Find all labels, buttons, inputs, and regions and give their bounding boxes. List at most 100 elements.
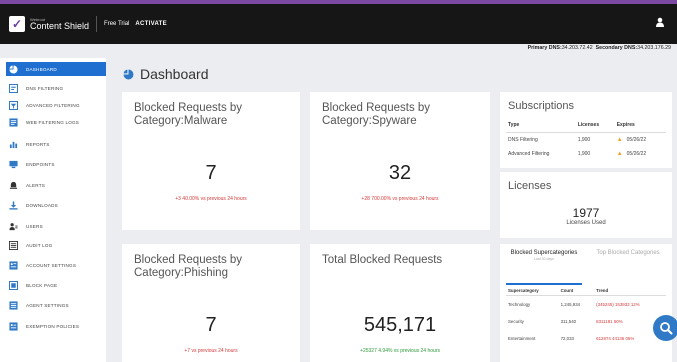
search-fab-button[interactable] bbox=[653, 315, 677, 341]
reports-icon bbox=[8, 139, 18, 149]
agent-settings-icon bbox=[8, 300, 18, 310]
sidebar-item-web-filtering-logs[interactable]: Web Filtering Logs bbox=[6, 115, 106, 129]
sidebar-item-block-page[interactable]: Block Page bbox=[6, 278, 106, 292]
card-title: Blocked Requests by Category:Phishing bbox=[134, 254, 243, 280]
licenses-card: Licenses 1977 Licenses Used bbox=[500, 172, 672, 238]
sidebar-item-label: Audit Log bbox=[26, 242, 53, 248]
total-blocked-card[interactable]: Total Blocked Requests 545,171 +25327 4.… bbox=[310, 244, 490, 362]
subscription-expires: ▲ 05/26/22 bbox=[615, 147, 666, 161]
table-row[interactable]: Technology 1,245,934 (345245) 153933 12% bbox=[506, 296, 666, 314]
sidebar-item-label: Endpoints bbox=[26, 161, 55, 167]
expires-date: 05/26/22 bbox=[626, 151, 647, 157]
sidebar-item-label: Alerts bbox=[26, 182, 45, 188]
dns-info: Primary DNS:34.203.72.42 Secondary DNS:3… bbox=[528, 45, 671, 51]
subscription-licenses: 1,900 bbox=[577, 151, 591, 157]
subscriptions-card: Subscriptions Type Licenses Expires DNS … bbox=[500, 92, 672, 168]
sidebar-item-exemption-policies[interactable]: Exemption Policies bbox=[6, 319, 106, 333]
supercategory-count: 72,033 bbox=[560, 336, 574, 341]
users-icon bbox=[8, 221, 18, 231]
active-tab-indicator bbox=[506, 283, 582, 285]
sidebar-item-downloads[interactable]: Downloads bbox=[6, 198, 106, 212]
top-bar: ✓ Webroot Content Shield Free Trial ACTI… bbox=[0, 0, 677, 44]
expires-date: 05/26/22 bbox=[626, 137, 647, 143]
sidebar-item-label: Agent Settings bbox=[26, 302, 69, 308]
subscription-licenses: 1,900 bbox=[577, 137, 591, 143]
card-title: Blocked Requests by Category:Spyware bbox=[322, 102, 431, 128]
sidebar-item-label: Downloads bbox=[26, 202, 58, 208]
spyware-card[interactable]: Blocked Requests by Category:Spyware 32 … bbox=[310, 92, 490, 230]
supercategories-table: Supercategory Count Trend Technology 1,2… bbox=[506, 286, 666, 347]
card-value: 7 bbox=[205, 314, 217, 336]
checkmark-logo-icon: ✓ bbox=[9, 16, 25, 32]
pie-chart-icon bbox=[8, 64, 18, 74]
primary-dns-value: 34.203.72.42 bbox=[561, 45, 593, 51]
subscription-expires: ▲ 05/26/22 bbox=[615, 133, 666, 148]
card-delta: +25327 4.94% vs previous 24 hours bbox=[360, 348, 440, 354]
phishing-card[interactable]: Blocked Requests by Category:Phishing 7 … bbox=[122, 244, 300, 362]
tab-blocked-supercategories[interactable]: Blocked Supercategories Last 30 days bbox=[504, 250, 584, 261]
card-delta: +7 vs previous 24 hours bbox=[184, 348, 238, 354]
column-header: Trend bbox=[594, 286, 666, 296]
card-value: 7 bbox=[205, 162, 217, 184]
sidebar-item-agent-settings[interactable]: Agent Settings bbox=[6, 298, 106, 312]
card-delta: +28 700.00% vs previous 24 hours bbox=[361, 196, 439, 202]
tab-top-blocked-categories[interactable]: Top Blocked Categories bbox=[588, 250, 668, 257]
tab-label: Top Blocked Categories bbox=[596, 250, 660, 256]
table-row[interactable]: Entertainment 72,033 612874 44136 06% bbox=[506, 330, 666, 347]
licenses-title: Licenses bbox=[508, 180, 552, 192]
sidebar-item-label: Web Filtering Logs bbox=[26, 119, 80, 125]
supercategory-trend: (345245) 153933 12% bbox=[596, 302, 640, 307]
licenses-label: Licenses Used bbox=[566, 220, 606, 226]
sidebar-item-label: Advanced Filtering bbox=[26, 102, 80, 108]
page-title-text: Dashboard bbox=[140, 66, 209, 82]
subscription-type: DNS Filtering bbox=[508, 137, 538, 143]
column-header: Expires bbox=[614, 120, 666, 133]
activate-button[interactable]: ACTIVATE bbox=[135, 21, 167, 27]
filter-icon bbox=[8, 83, 18, 93]
sidebar-item-label: Users bbox=[26, 223, 43, 229]
sidebar-item-dns-filtering[interactable]: DNS Filtering bbox=[6, 81, 106, 95]
endpoints-icon bbox=[8, 159, 18, 169]
sidebar-item-alerts[interactable]: Alerts bbox=[6, 178, 106, 192]
sidebar-item-label: Reports bbox=[26, 141, 50, 147]
divider bbox=[96, 16, 98, 32]
sidebar-item-label: Account Settings bbox=[26, 262, 77, 268]
secondary-dns-label: Secondary DNS: bbox=[595, 45, 638, 51]
exemption-icon bbox=[8, 321, 18, 331]
supercategory-name: Security bbox=[508, 319, 524, 324]
sidebar-item-account-settings[interactable]: Account Settings bbox=[6, 258, 106, 272]
warning-icon: ▲ bbox=[616, 137, 623, 143]
warning-icon: ▲ bbox=[616, 151, 623, 157]
user-icon[interactable] bbox=[655, 17, 665, 27]
sidebar: Dashboard DNS Filtering Advanced Filteri… bbox=[0, 58, 106, 362]
card-title: Blocked Requests by Category:Malware bbox=[134, 102, 243, 128]
column-header: Supercategory bbox=[506, 286, 559, 296]
supercategory-name: Entertainment bbox=[508, 336, 536, 341]
column-header: Type bbox=[506, 120, 576, 133]
table-row[interactable]: Security 311,540 8311181 50% bbox=[506, 313, 666, 330]
secondary-dns-value: 34.203.176.29 bbox=[637, 45, 671, 51]
sidebar-item-label: DNS Filtering bbox=[26, 85, 64, 91]
tab-label: Blocked Supercategories bbox=[510, 250, 578, 256]
card-title: Total Blocked Requests bbox=[322, 254, 443, 266]
column-header: Count bbox=[558, 286, 595, 296]
sidebar-item-dashboard[interactable]: Dashboard bbox=[6, 62, 106, 76]
sidebar-item-advanced-filtering[interactable]: Advanced Filtering bbox=[6, 98, 106, 112]
sidebar-item-label: Block Page bbox=[26, 282, 58, 288]
search-icon bbox=[660, 322, 673, 335]
block-page-icon bbox=[8, 280, 18, 290]
subscription-type: Advanced Filtering bbox=[508, 151, 550, 157]
tab-sublabel: Last 30 days bbox=[534, 257, 554, 262]
sidebar-item-reports[interactable]: Reports bbox=[6, 137, 106, 151]
free-trial-label: Free Trial bbox=[104, 21, 130, 27]
advanced-filter-icon bbox=[8, 100, 18, 110]
alert-icon bbox=[8, 180, 18, 190]
sidebar-item-endpoints[interactable]: Endpoints bbox=[6, 157, 106, 171]
supercategory-name: Technology bbox=[508, 302, 531, 307]
sidebar-item-audit-log[interactable]: Audit Log bbox=[6, 238, 106, 252]
card-value: 32 bbox=[388, 162, 412, 184]
brand-logo[interactable]: ✓ Webroot Content Shield bbox=[9, 16, 89, 32]
malware-card[interactable]: Blocked Requests by Category:Malware 7 +… bbox=[122, 92, 300, 230]
sidebar-item-users[interactable]: Users bbox=[6, 219, 106, 233]
pie-chart-icon bbox=[123, 69, 134, 79]
